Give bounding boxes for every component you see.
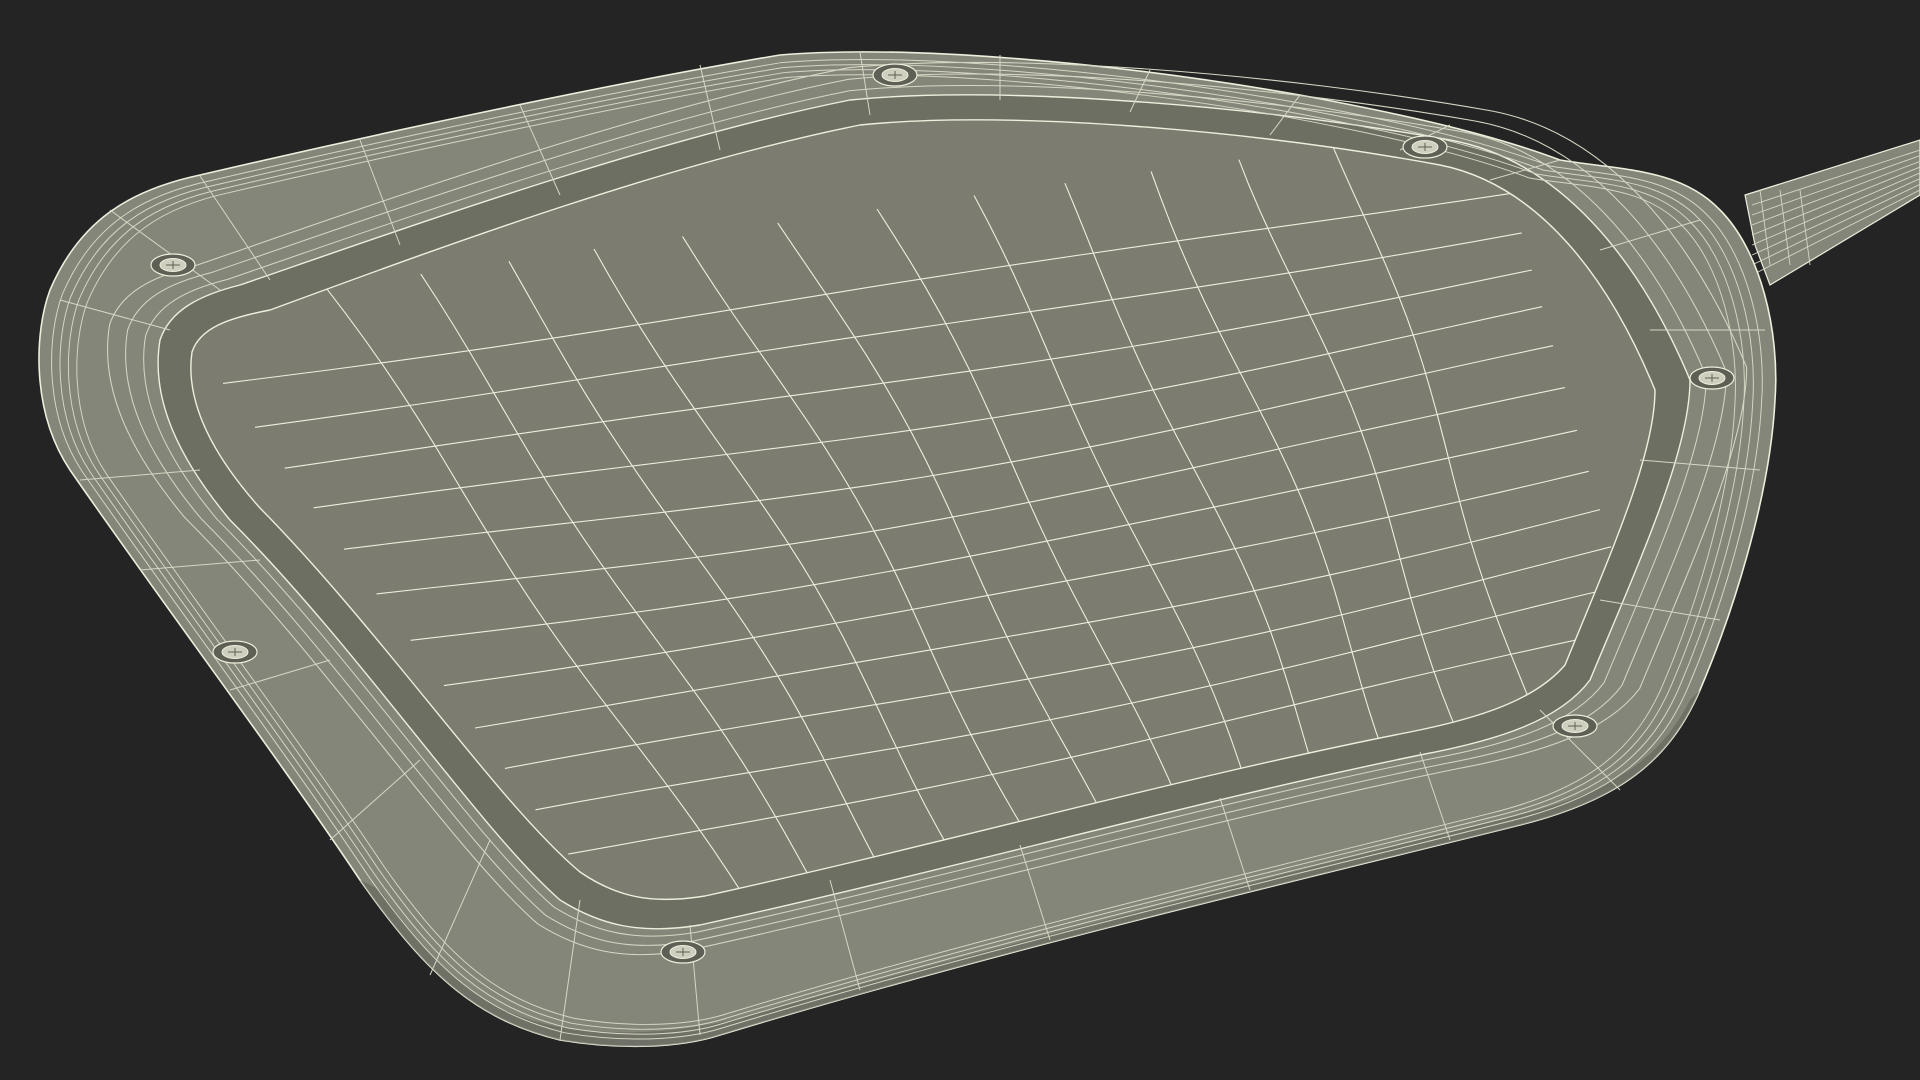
render-viewport[interactable]: [0, 0, 1920, 1080]
screw-bottom: [660, 940, 706, 964]
screw-lower-right: [1552, 714, 1598, 738]
screw-top-center: [872, 63, 918, 87]
screw-top-right: [1402, 135, 1448, 159]
wireframe-scene: [0, 0, 1920, 1080]
screw-left: [150, 253, 196, 277]
screw-right-handle: [1689, 366, 1735, 390]
screw-lower-left: [212, 640, 258, 664]
